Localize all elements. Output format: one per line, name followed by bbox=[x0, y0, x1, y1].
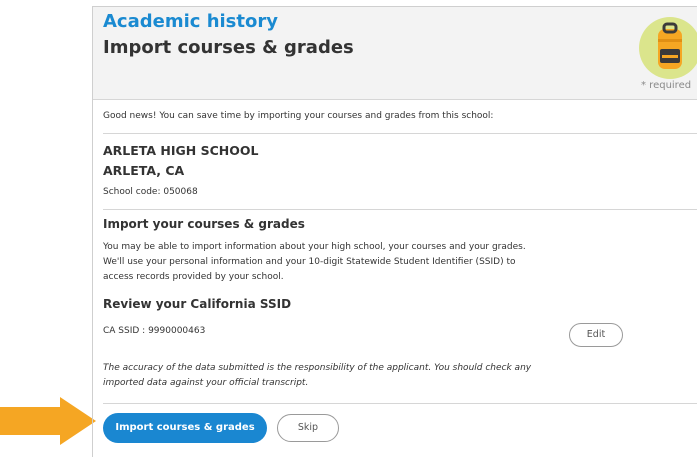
page-title: Import courses & grades bbox=[103, 37, 354, 58]
import-section-title: Import your courses & grades bbox=[103, 217, 305, 231]
import-description-line: access records provided by your school. bbox=[103, 272, 284, 282]
disclaimer-line: The accuracy of the data submitted is th… bbox=[103, 363, 532, 373]
disclaimer-line: imported data against your official tran… bbox=[103, 378, 309, 388]
school-location: ARLETA, CA bbox=[103, 163, 185, 178]
school-name: ARLETA HIGH SCHOOL bbox=[103, 143, 259, 158]
import-courses-button[interactable]: Import courses & grades bbox=[103, 413, 267, 443]
import-description-line: You may be able to import information ab… bbox=[103, 242, 526, 252]
ssid-value: CA SSID : 9990000463 bbox=[103, 326, 206, 336]
backpack-icon bbox=[639, 17, 697, 79]
edit-ssid-button[interactable]: Edit bbox=[569, 323, 623, 347]
divider bbox=[103, 133, 697, 134]
school-code: School code: 050068 bbox=[103, 187, 198, 197]
academic-history-panel: Academic history Import courses & grades… bbox=[92, 6, 697, 457]
import-description-line: We'll use your personal information and … bbox=[103, 257, 516, 267]
pointer-arrow-icon bbox=[0, 397, 96, 445]
page-header: Academic history Import courses & grades… bbox=[93, 7, 697, 100]
required-note: * required bbox=[641, 80, 692, 91]
divider bbox=[103, 403, 697, 404]
ssid-section-title: Review your California SSID bbox=[103, 297, 292, 311]
intro-text: Good news! You can save time by importin… bbox=[103, 111, 494, 121]
section-title: Academic history bbox=[103, 11, 278, 32]
divider bbox=[103, 209, 697, 210]
skip-button[interactable]: Skip bbox=[277, 414, 339, 442]
